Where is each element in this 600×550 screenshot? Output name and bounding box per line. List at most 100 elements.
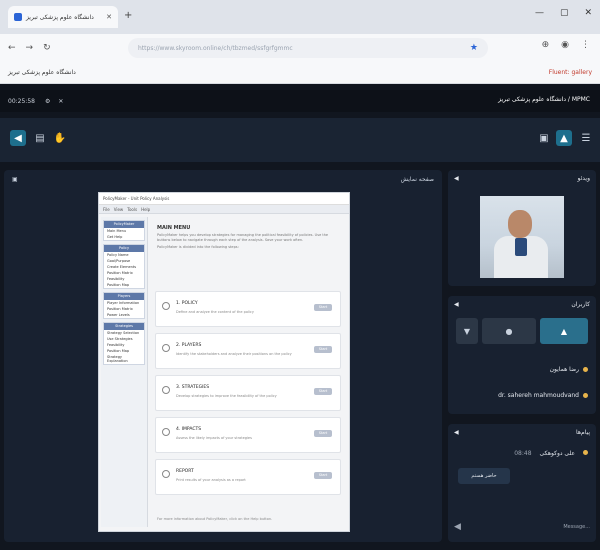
sidebar-item: Position Map	[107, 283, 130, 287]
sidebar-item: Power Levels	[107, 313, 130, 317]
shared-menu-item: File	[103, 206, 110, 212]
close-window-icon[interactable]: ✕	[584, 8, 592, 18]
hand-icon[interactable]: ✋	[52, 130, 68, 146]
card-desc: Assess the likely impacts of your strate…	[176, 436, 252, 440]
user-row[interactable]: dr. sahereh mahmoudvand	[498, 392, 588, 399]
shared-card: 1. POLICY Define and analyze the content…	[155, 291, 341, 327]
menu-icon[interactable]: ☰	[578, 130, 594, 146]
profile-icon[interactable]: ◉	[561, 40, 569, 50]
card-title: REPORT	[176, 469, 194, 474]
stage-options-icon[interactable]: ▣	[12, 176, 18, 183]
user-icon[interactable]: ▲	[556, 130, 572, 146]
user-name: رضا همایون	[549, 366, 579, 373]
shared-sidebar: PolicyMaker Main Menu Get Help Policy Po…	[101, 217, 148, 527]
card-desc: Define and analyze the content of the po…	[176, 310, 254, 314]
card-title: 1. POLICY	[176, 301, 198, 306]
card-icon	[162, 302, 170, 310]
card-title: 2. PLAYERS	[176, 343, 202, 348]
card-icon	[162, 428, 170, 436]
shared-sidebar-group: Strategies Strategy Selection Use Strate…	[103, 322, 145, 365]
card-desc: Identify the stakeholders and analyze th…	[176, 352, 292, 356]
panel-toggle-icon[interactable]: ◀	[454, 429, 459, 436]
bookmark-star-icon[interactable]: ★	[470, 43, 478, 53]
chat-panel: ◀ پیام‌ها 08:48 علی دوکوهکی حاضر هستم ◀ …	[448, 424, 596, 542]
room-title: دانشگاه علوم پزشکی تبریز / MPMC	[498, 96, 590, 103]
card-icon	[162, 344, 170, 352]
bookmark-item[interactable]: Fluent: gallery	[549, 69, 592, 76]
speaker-icon[interactable]: ◀	[10, 130, 26, 146]
filter-icon[interactable]: ▼	[456, 318, 478, 344]
back-icon[interactable]: ←	[8, 43, 16, 53]
screen-share-stage: ▣ صفحه نمایش PolicyMaker - Unit Policy A…	[4, 170, 442, 542]
close-icon[interactable]: ✕	[58, 98, 63, 105]
card-title: 3. STRATEGIES	[176, 385, 210, 390]
chat-message: 08:48 علی دوکوهکی	[514, 450, 588, 457]
shared-menu-item: Tools	[127, 206, 138, 212]
minimize-icon[interactable]: —	[535, 8, 544, 18]
card-icon	[162, 470, 170, 478]
chat-bubble: حاضر هستم	[458, 468, 510, 484]
browser-tab-bar: دانشگاه علوم پزشکی تبریز ✕ + — ▢ ✕	[0, 0, 600, 34]
address-bar[interactable]: https://www.skyroom.online/ch/tbzmed/ssf…	[128, 38, 488, 58]
maximize-icon[interactable]: ▢	[560, 8, 569, 18]
app-toolbar: ◀ ▤ ✋ ▣ ▲ ☰	[0, 118, 600, 162]
extensions-icon[interactable]: ⊕	[542, 40, 550, 50]
chat-sender: علی دوکوهکی	[539, 450, 575, 457]
send-icon[interactable]: ◀	[454, 522, 461, 532]
file-icon[interactable]: ▤	[32, 130, 48, 146]
card-icon	[162, 386, 170, 394]
panel-toggle-icon[interactable]: ◀	[454, 301, 459, 308]
bookmark-item[interactable]: دانشگاه علوم پزشکی تبریز	[8, 69, 76, 76]
card-desc: Develop strategies to improve the feasib…	[176, 394, 277, 398]
shared-footer: For more information about PolicyMaker, …	[157, 517, 273, 521]
chat-icon[interactable]: ▣	[536, 130, 552, 146]
shared-menu-item: View	[113, 206, 124, 212]
shared-sidebar-group: PolicyMaker Main Menu Get Help	[103, 220, 145, 241]
card-button: Start	[314, 430, 332, 437]
address-text: https://www.skyroom.online/ch/tbzmed/ssf…	[138, 44, 293, 52]
sidebar-item: Get Help	[107, 235, 123, 239]
shared-window-title: PolicyMaker - Unit Policy Analysis	[99, 193, 349, 205]
mic-icon[interactable]: ●	[482, 318, 536, 344]
reload-icon[interactable]: ↻	[43, 43, 51, 53]
chat-time: 08:48	[514, 450, 532, 457]
forward-icon[interactable]: →	[26, 43, 34, 53]
card-button: Start	[314, 388, 332, 395]
shared-card: REPORT Print results of your analysis as…	[155, 459, 341, 495]
user-name: dr. sahereh mahmoudvand	[498, 392, 579, 399]
sidebar-item: Strategy Explanation	[107, 355, 128, 363]
shared-intro-2: PolicyMaker is divided into the followin…	[157, 245, 239, 249]
chat-input[interactable]: ◀ Message...	[454, 520, 590, 534]
session-time: 00:25:58	[8, 97, 35, 105]
group-title: Players	[104, 293, 144, 300]
bookmarks-bar: دانشگاه علوم پزشکی تبریز Fluent: gallery	[0, 62, 600, 84]
users-panel: ◀ کاربران ▼ ● ▲ رضا همایون dr. sahereh m…	[448, 296, 596, 414]
sender-status-icon	[583, 450, 588, 455]
close-tab-icon[interactable]: ✕	[106, 13, 112, 21]
shared-menu-item: Help	[141, 206, 151, 212]
shared-card: 4. IMPACTS Assess the likely impacts of …	[155, 417, 341, 453]
video-panel: ◀ ویدئو	[448, 170, 596, 286]
settings-icon[interactable]: ⚙	[45, 98, 50, 105]
chat-placeholder: Message...	[563, 524, 590, 530]
user-row[interactable]: رضا همایون	[550, 366, 588, 373]
shared-card: 2. PLAYERS Identify the stakeholders and…	[155, 333, 341, 369]
card-title: 4. IMPACTS	[176, 427, 202, 432]
panel-toggle-icon[interactable]: ◀	[454, 175, 459, 182]
card-button: Start	[314, 304, 332, 311]
shared-sidebar-group: Players Player Information Position Matr…	[103, 292, 145, 319]
shared-card: 3. STRATEGIES Develop strategies to impr…	[155, 375, 341, 411]
new-tab-icon[interactable]: +	[124, 10, 132, 21]
group-title: Strategies	[104, 323, 144, 330]
shared-sidebar-group: Policy Policy Name Goal/Purpose Create E…	[103, 244, 145, 289]
shared-intro: PolicyMaker helps you develop strategies…	[157, 233, 329, 242]
video-panel-label: ویدئو	[577, 174, 591, 182]
card-desc: Print results of your analysis as a repo…	[176, 478, 246, 482]
card-button: Start	[314, 472, 332, 479]
menu-dots-icon[interactable]: ⋮	[581, 40, 590, 50]
browser-tab[interactable]: دانشگاه علوم پزشکی تبریز ✕	[8, 6, 118, 28]
group-title: PolicyMaker	[104, 221, 144, 228]
shared-heading: MAIN MENU	[157, 225, 191, 231]
users-icon[interactable]: ▲	[540, 318, 588, 344]
shared-main: MAIN MENU PolicyMaker helps you develop …	[151, 219, 345, 525]
